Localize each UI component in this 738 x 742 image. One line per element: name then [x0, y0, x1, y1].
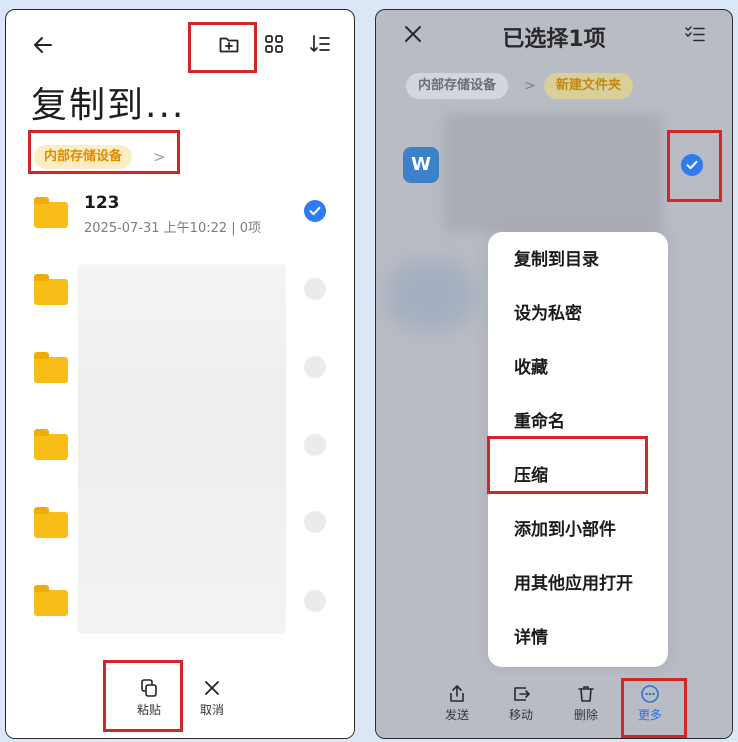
- move-icon: [511, 684, 531, 704]
- new-folder-icon[interactable]: [218, 33, 240, 55]
- folder-icon: [34, 197, 68, 228]
- word-file-icon: W: [403, 147, 439, 183]
- folder-meta: 2025-07-31 上午10:22 | 0项: [84, 221, 262, 236]
- breadcrumb-chevron: >: [153, 148, 166, 166]
- move-button[interactable]: 移动: [500, 684, 542, 723]
- checkbox-checked[interactable]: [681, 154, 703, 176]
- back-arrow-icon[interactable]: [32, 34, 54, 56]
- blurred-content: [386, 260, 476, 330]
- folder-name: 123: [84, 193, 120, 213]
- menu-item-compress[interactable]: 压缩: [514, 461, 548, 486]
- sort-icon[interactable]: [309, 34, 331, 54]
- checkbox-unchecked[interactable]: [304, 356, 326, 378]
- more-icon: [640, 684, 660, 704]
- trash-icon: [576, 684, 596, 704]
- share-icon: [447, 684, 467, 704]
- delete-label: 删除: [573, 708, 598, 722]
- paste-button[interactable]: 粘贴: [124, 678, 174, 718]
- breadcrumb-internal-storage[interactable]: 内部存储设备: [406, 73, 509, 99]
- folder-icon[interactable]: [34, 352, 68, 383]
- cancel-button[interactable]: 取消: [188, 678, 236, 718]
- bottom-toolbar: 发送 移动 删除 更多: [376, 674, 732, 738]
- send-button[interactable]: 发送: [436, 684, 478, 723]
- menu-item-set-private[interactable]: 设为私密: [514, 299, 582, 324]
- delete-button[interactable]: 删除: [565, 684, 607, 723]
- breadcrumb-internal-storage[interactable]: 内部存储设备: [34, 145, 133, 169]
- breadcrumb-new-folder[interactable]: 新建文件夹: [544, 73, 634, 99]
- checkbox-unchecked[interactable]: [304, 511, 326, 533]
- paste-label: 粘贴: [136, 703, 161, 717]
- selection-title: 已选择1项: [502, 27, 606, 52]
- cancel-label: 取消: [199, 703, 224, 717]
- menu-item-open-with[interactable]: 用其他应用打开: [514, 569, 633, 594]
- more-label: 更多: [637, 708, 662, 722]
- checkbox-unchecked[interactable]: [304, 278, 326, 300]
- page-title: 复制到...: [31, 85, 186, 126]
- checkbox-unchecked[interactable]: [304, 590, 326, 612]
- folder-icon[interactable]: [34, 274, 68, 305]
- checkbox-checked[interactable]: [304, 200, 326, 222]
- copy-to-screen: 复制到... 内部存储设备 > 123 2025-07-31 上午10:22 |…: [5, 9, 355, 739]
- more-button[interactable]: 更多: [629, 684, 671, 723]
- selection-screen: 已选择1项 内部存储设备 > 新建文件夹 W 复制到目录 设为私密 收藏 重命名…: [375, 9, 733, 739]
- folder-icon[interactable]: [34, 507, 68, 538]
- grid-view-icon[interactable]: [264, 34, 284, 54]
- context-menu: 复制到目录 设为私密 收藏 重命名 压缩 添加到小部件 用其他应用打开 详情: [488, 232, 668, 667]
- checkbox-unchecked[interactable]: [304, 434, 326, 456]
- menu-item-rename[interactable]: 重命名: [514, 407, 565, 432]
- move-label: 移动: [508, 708, 533, 722]
- menu-item-add-widget[interactable]: 添加到小部件: [514, 515, 616, 540]
- paste-icon: [139, 678, 159, 698]
- blurred-content: [444, 114, 662, 232]
- menu-item-details[interactable]: 详情: [514, 623, 548, 648]
- folder-icon[interactable]: [34, 585, 68, 616]
- bottom-toolbar: 粘贴 取消: [6, 650, 354, 738]
- send-label: 发送: [444, 708, 469, 722]
- menu-item-copy-to-directory[interactable]: 复制到目录: [514, 245, 599, 270]
- blurred-content: [78, 264, 286, 634]
- folder-icon[interactable]: [34, 429, 68, 460]
- menu-item-favorite[interactable]: 收藏: [514, 353, 548, 378]
- close-icon: [202, 678, 222, 698]
- select-all-icon[interactable]: [684, 23, 706, 45]
- breadcrumb-chevron: >: [524, 78, 536, 94]
